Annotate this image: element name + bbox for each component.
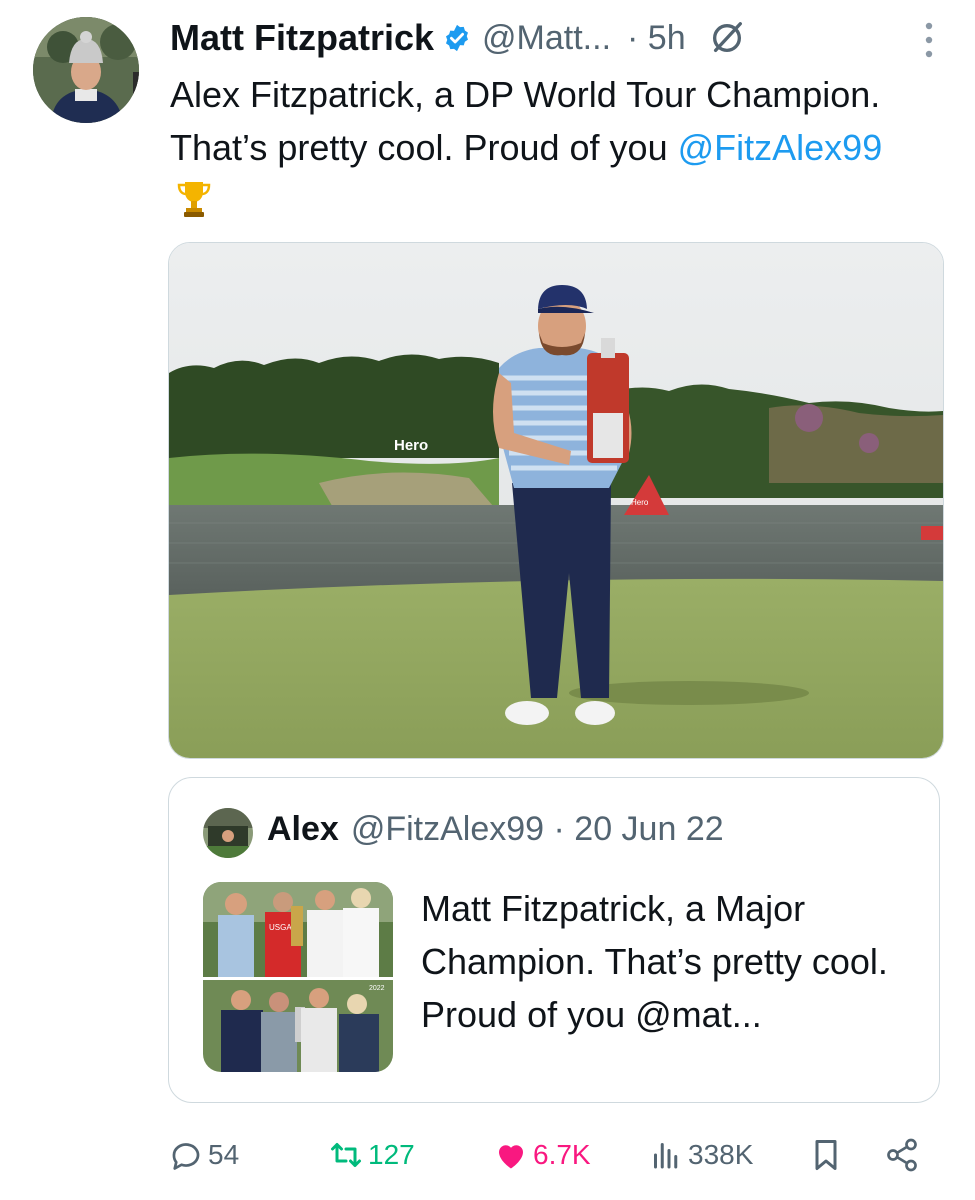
- author-handle[interactable]: @Matt...: [482, 19, 611, 58]
- tweet-header: Matt Fitzpatrick @Matt... · 5h: [170, 14, 955, 62]
- trophy-emoji-icon: [177, 182, 211, 217]
- grok-icon[interactable]: [708, 19, 746, 57]
- views-count: 338K: [688, 1139, 754, 1170]
- reply-icon: [172, 1143, 200, 1170]
- share-button[interactable]: [884, 1130, 920, 1180]
- verified-badge-icon: [446, 24, 469, 52]
- tweet-text: Alex Fitzpatrick, a DP World Tour Champi…: [170, 68, 910, 227]
- share-icon: [887, 1138, 917, 1172]
- quoted-thumbnail[interactable]: USGA 2022: [203, 882, 393, 1072]
- like-count: 6.7K: [533, 1139, 591, 1170]
- bookmark-icon: [815, 1140, 837, 1170]
- quoted-thumbnail-image: USGA 2022: [203, 882, 393, 1072]
- author-avatar-image: [33, 17, 139, 123]
- repost-icon: [331, 1143, 361, 1167]
- thumb-year-text: 2022: [369, 985, 385, 992]
- heart-icon: [499, 1145, 523, 1169]
- tweet-timestamp[interactable]: · 5h: [627, 19, 686, 58]
- tweet-photo[interactable]: Hero Hero: [168, 242, 944, 759]
- mention-link[interactable]: @FitzAlex99: [678, 127, 883, 168]
- views-button[interactable]: 338K: [648, 1130, 753, 1180]
- author-name[interactable]: Matt Fitzpatrick: [170, 17, 434, 59]
- reply-count: 54: [208, 1139, 240, 1170]
- repost-button[interactable]: 127: [328, 1130, 415, 1180]
- quoted-avatar-image: [203, 808, 253, 858]
- quoted-author-avatar[interactable]: [203, 808, 253, 858]
- like-button[interactable]: 6.7K: [493, 1130, 591, 1180]
- views-chart-icon: [654, 1143, 678, 1169]
- hero-sponsor-sign: Hero: [394, 437, 428, 454]
- more-options-icon[interactable]: [923, 20, 935, 60]
- reply-button[interactable]: 54: [168, 1130, 239, 1180]
- action-bar: 54 127 6.7K 338K: [168, 1130, 938, 1180]
- golf-champion-photo: Hero Hero: [169, 243, 943, 758]
- quoted-handle-time[interactable]: @FitzAlex99 · 20 Jun 22: [351, 810, 724, 849]
- author-avatar[interactable]: [33, 17, 139, 123]
- quoted-text: Matt Fitzpatrick, a Major Champion. That…: [421, 888, 888, 1035]
- hero-flag-text: Hero: [631, 498, 649, 507]
- quoted-author-name[interactable]: Alex: [267, 810, 339, 849]
- thumb-usga-text: USGA: [269, 923, 292, 932]
- bookmark-button[interactable]: [808, 1130, 844, 1180]
- quoted-tweet[interactable]: Alex @FitzAlex99 · 20 Jun 22 USGA 2022 M…: [168, 777, 940, 1103]
- quoted-header: Alex @FitzAlex99 · 20 Jun 22: [267, 810, 724, 849]
- repost-count: 127: [368, 1139, 415, 1170]
